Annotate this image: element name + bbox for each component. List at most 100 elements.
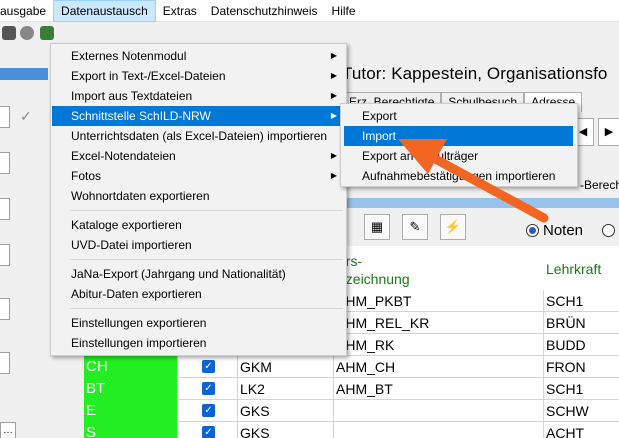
cell-fach[interactable]: BT [84, 378, 178, 400]
menu-extras[interactable]: Extras [156, 0, 204, 22]
menu-item-label: JaNa-Export (Jahrgang und Nationalität) [71, 267, 286, 281]
menu-item-wohnortdaten-exportieren[interactable]: Wohnortdaten exportieren [52, 186, 345, 206]
menu-separator [70, 210, 343, 211]
menu-item-label: Excel-Notendateien [71, 149, 176, 163]
berech-tab-label[interactable]: -Berech [580, 178, 619, 192]
menu-item-schnittstelle-schild-nrw[interactable]: Schnittstelle SchILD-NRW ▶ [52, 106, 345, 126]
cell-fach[interactable]: E [84, 400, 178, 422]
submenu-arrow-icon: ▶ [330, 151, 337, 160]
menu-item-export-text-excel[interactable]: Export in Text-/Excel-Dateien ▶ [52, 66, 345, 86]
cell-kursbezeichnung[interactable]: AHM_PKBT [334, 290, 544, 312]
submenu-arrow-icon: ▶ [330, 171, 337, 180]
menu-item-label: Fotos [71, 169, 102, 183]
cell-kursbezeichnung[interactable]: AHM_REL_KR [334, 312, 544, 334]
cell-checkbox[interactable]: ✓ [178, 422, 238, 438]
table-row[interactable]: CH ✓ GKM AHM_CH FRON [84, 356, 619, 378]
cell-kursbezeichnung[interactable] [334, 400, 544, 422]
menu-item-externes-notenmodul[interactable]: Externes Notenmodul ▶ [52, 46, 345, 66]
cell-kursart[interactable]: LK2 [238, 378, 334, 400]
cell-checkbox[interactable]: ✓ [178, 378, 238, 400]
submenu-arrow-icon: ▶ [330, 71, 337, 80]
checkbox-checked-icon[interactable]: ✓ [202, 426, 215, 438]
edit-document-icon[interactable]: ✎ [402, 214, 428, 240]
left-field-4[interactable] [0, 244, 10, 266]
menu-ausgabe[interactable]: ausgabe [0, 0, 53, 22]
grid-settings-icon[interactable]: ▦ [364, 214, 390, 240]
menu-item-label: Unterrichtsdaten (als Excel-Dateien) imp… [71, 129, 328, 143]
menu-item-unterrichtsdaten-importieren[interactable]: Unterrichtsdaten (als Excel-Dateien) imp… [52, 126, 345, 146]
cell-lehrkraft[interactable]: SCHW [544, 400, 619, 422]
menu-bar: ausgabe Datenaustausch Extras Datenschut… [0, 0, 619, 22]
page-title: Tutor: Kappestein, Organisationsfo [342, 64, 608, 83]
cell-checkbox[interactable]: ✓ [178, 400, 238, 422]
menu-item-label: Import aus Textdateien [71, 89, 193, 103]
submenu-item-import[interactable]: Import [344, 126, 573, 146]
print-icon[interactable] [2, 26, 16, 40]
next-record-icon[interactable]: ▶ [598, 118, 619, 146]
cell-fach[interactable]: CH [84, 356, 178, 378]
left-panel-header [0, 68, 48, 80]
cell-lehrkraft[interactable]: SCH1 [544, 378, 619, 400]
left-field-5[interactable] [0, 298, 10, 320]
cell-kursart[interactable]: GKS [238, 422, 334, 438]
radio-noten-label: Noten [543, 222, 584, 239]
left-field-6[interactable] [0, 352, 10, 374]
table-row[interactable]: S ✓ GKS ACHT [84, 422, 619, 438]
grid-icon[interactable] [40, 26, 54, 40]
menu-item-label: UVD-Datei importieren [71, 238, 192, 252]
checkbox-checked-icon[interactable]: ✓ [202, 360, 215, 373]
checkbox-checked-icon[interactable]: ✓ [202, 404, 215, 417]
cell-lehrkraft[interactable]: FRON [544, 356, 619, 378]
cell-lehrkraft[interactable]: BUDD [544, 334, 619, 356]
submenu-arrow-icon: ▶ [330, 111, 337, 120]
menu-item-fotos[interactable]: Fotos ▶ [52, 166, 345, 186]
menu-hilfe[interactable]: Hilfe [325, 0, 363, 22]
menu-item-label: Schnittstelle SchILD-NRW [71, 109, 211, 123]
cell-kursbezeichnung[interactable]: AHM_CH [334, 356, 544, 378]
menu-item-einstellungen-importieren[interactable]: Einstellungen importieren [52, 333, 345, 353]
menu-item-jana-export[interactable]: JaNa-Export (Jahrgang und Nationalität) [52, 264, 345, 284]
submenu-item-export-schultraeger[interactable]: Export an Schulträger [344, 146, 573, 166]
radio-noten[interactable]: Noten [526, 222, 583, 239]
menu-item-label: Externes Notenmodul [71, 49, 187, 63]
menu-item-einstellungen-exportieren[interactable]: Einstellungen exportieren [52, 313, 345, 333]
menu-item-kataloge-exportieren[interactable]: Kataloge exportieren [52, 215, 345, 235]
submenu-item-aufnahmebestaetigungen[interactable]: Aufnahmebestätigungen importieren [344, 166, 573, 186]
menu-item-import-textdateien[interactable]: Import aus Textdateien ▶ [52, 86, 345, 106]
cell-checkbox[interactable]: ✓ [178, 356, 238, 378]
menu-item-label: Kataloge exportieren [71, 218, 182, 232]
submenu-arrow-icon: ▶ [330, 91, 337, 100]
checkbox-checked-icon[interactable]: ✓ [202, 382, 215, 395]
cell-kursbezeichnung[interactable]: AHM_RK [334, 334, 544, 356]
lightning-icon[interactable]: ⚡ [440, 214, 466, 240]
menu-item-uvd-datei-importieren[interactable]: UVD-Datei importieren [52, 235, 345, 255]
menu-item-label: Export in Text-/Excel-Dateien [71, 69, 226, 83]
cell-fach[interactable]: S [84, 422, 178, 438]
cell-kursbezeichnung[interactable]: AHM_BT [334, 378, 544, 400]
table-row[interactable]: BT ✓ LK2 AHM_BT SCH1 [84, 378, 619, 400]
left-field-3[interactable] [0, 198, 10, 220]
cell-kursbezeichnung[interactable] [334, 422, 544, 438]
cell-lehrkraft[interactable]: BRÜN [544, 312, 619, 334]
menu-separator [70, 308, 343, 309]
user-icon[interactable] [20, 26, 34, 40]
cell-kursart[interactable]: GKM [238, 356, 334, 378]
radio-other-dot [602, 224, 615, 237]
left-field-1[interactable] [0, 106, 10, 128]
radio-other[interactable]: N [602, 222, 619, 239]
menu-item-abitur-daten-exportieren[interactable]: Abitur-Daten exportieren [52, 284, 345, 304]
left-panel: ✓ … [0, 62, 48, 438]
cell-lehrkraft[interactable]: ACHT [544, 422, 619, 438]
cell-lehrkraft[interactable]: SCH1 [544, 290, 619, 312]
radio-noten-dot [526, 224, 539, 237]
menu-item-excel-notendateien[interactable]: Excel-Notendateien ▶ [52, 146, 345, 166]
checkmark-icon: ✓ [20, 108, 32, 124]
menu-datenaustausch[interactable]: Datenaustausch [53, 0, 156, 22]
more-button[interactable]: … [0, 422, 16, 438]
table-row[interactable]: E ✓ GKS SCHW [84, 400, 619, 422]
menu-datenschutzhinweis[interactable]: Datenschutzhinweis [204, 0, 325, 22]
cell-kursart[interactable]: GKS [238, 400, 334, 422]
left-field-2[interactable] [0, 152, 10, 174]
record-navigation: ◀ ▶ [572, 118, 619, 146]
submenu-item-export[interactable]: Export [344, 106, 573, 126]
